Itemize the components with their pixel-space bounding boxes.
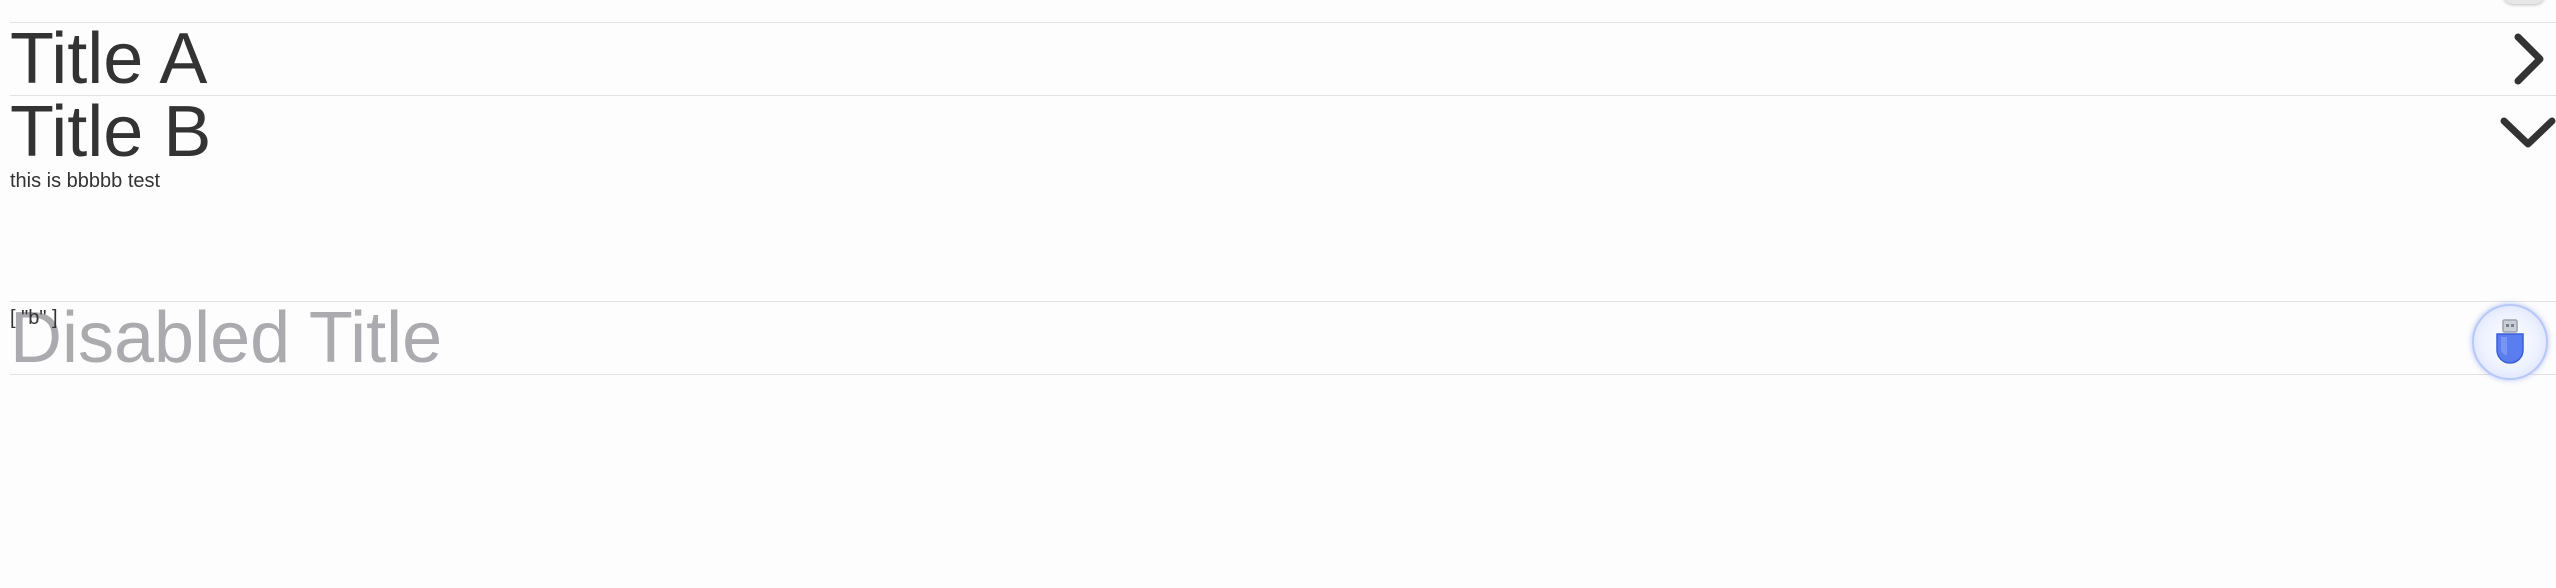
accordion-header-b[interactable]: Title B xyxy=(10,96,2556,168)
accordion-title-b: Title B xyxy=(10,92,212,172)
accordion-title-disabled: Disabled Title xyxy=(10,298,443,378)
devtools-button[interactable] xyxy=(2472,304,2548,380)
accordion-content-b: this is bbbbb test xyxy=(10,168,2556,301)
accordion-item-disabled: Disabled Title xyxy=(10,301,2556,375)
top-floating-tab xyxy=(2502,0,2546,4)
chevron-right-icon xyxy=(2514,33,2544,85)
accordion-title-a: Title A xyxy=(10,19,208,99)
accordion-header-a[interactable]: Title A xyxy=(10,23,2556,95)
accordion-item-b: Title B this is bbbbb test xyxy=(10,95,2556,301)
accordion: Title A Title B this is bbbbb test Disab… xyxy=(10,22,2556,375)
usb-plug-icon xyxy=(2496,319,2524,364)
accordion-header-disabled: Disabled Title xyxy=(10,302,2556,374)
chevron-down-icon xyxy=(2500,117,2556,148)
active-keys-output: [ "b" ] xyxy=(10,307,58,329)
accordion-item-a: Title A xyxy=(10,22,2556,95)
accordion-content-text-b: this is bbbbb test xyxy=(10,170,161,192)
